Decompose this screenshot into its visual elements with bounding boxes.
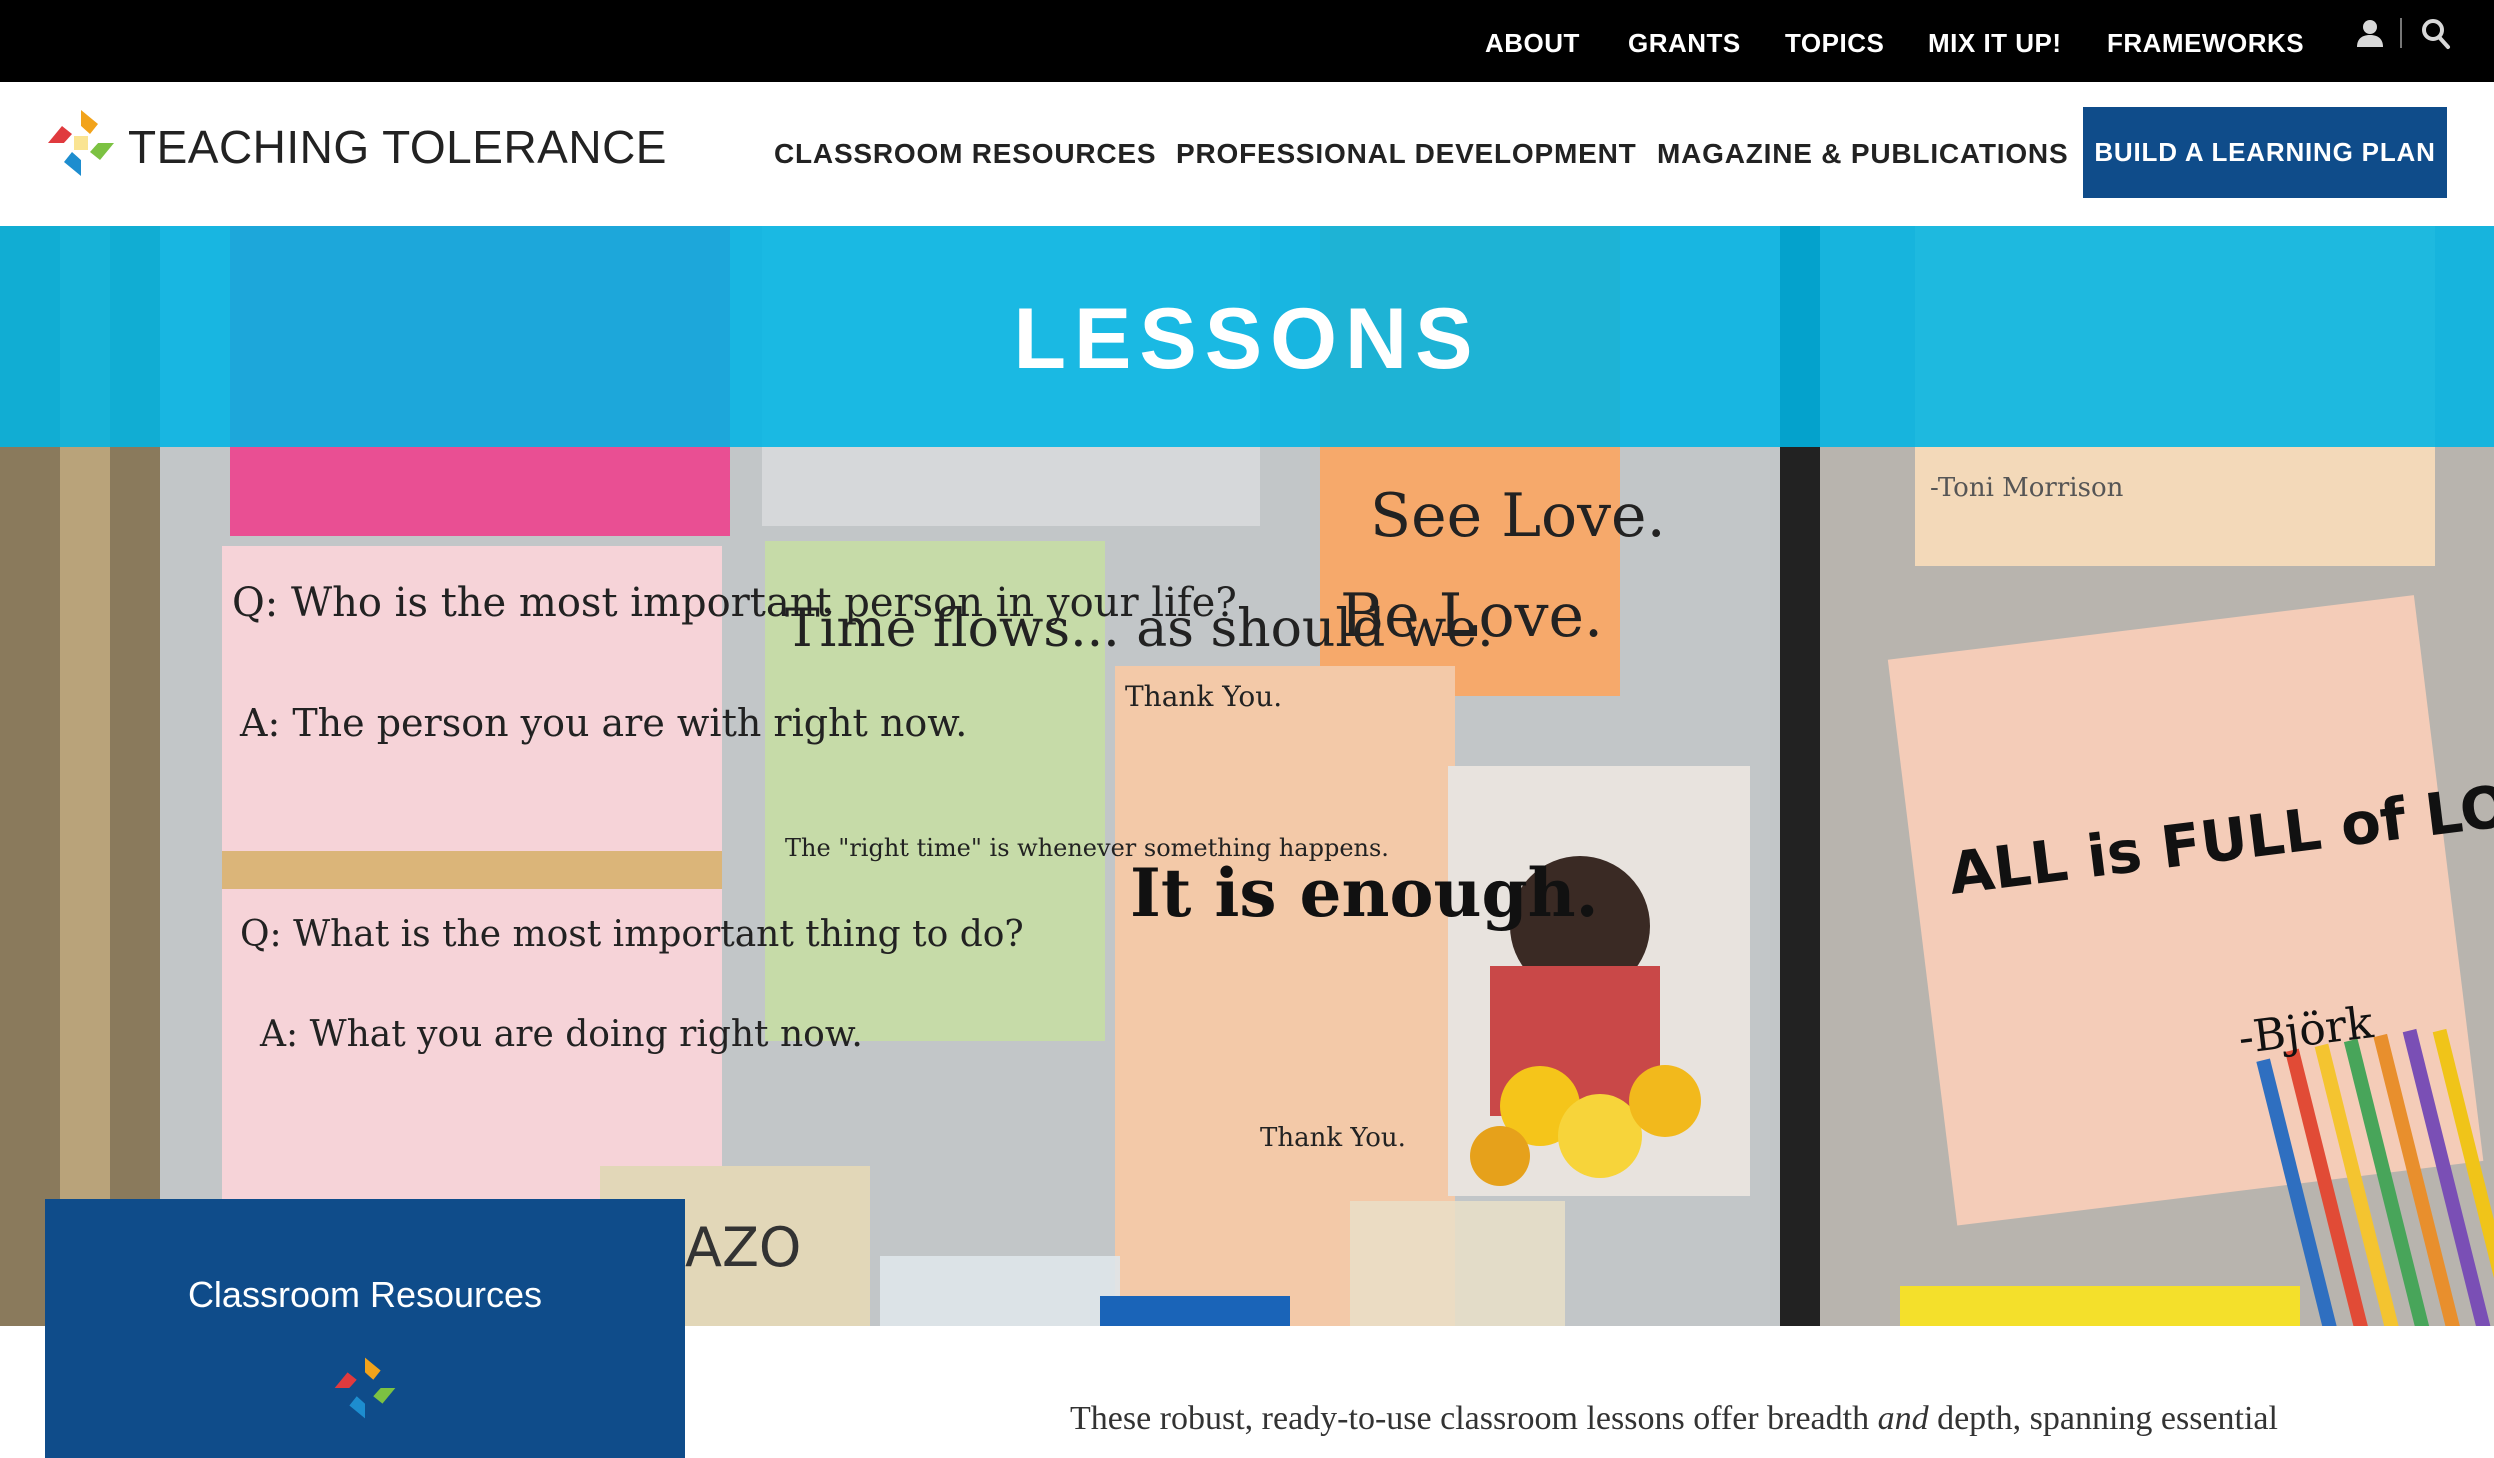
build-learning-plan-button[interactable]: BUILD A LEARNING PLAN [2083,107,2447,198]
note-answer-2: A: What you are doing right now. [259,1014,863,1055]
nav-magazine-publications[interactable]: MAGAZINE & PUBLICATIONS [1657,138,2068,170]
intro-text: These robust, ready-to-use classroom les… [1070,1400,2278,1438]
note-morrison: -Toni Morrison [1930,473,2124,503]
logo-text[interactable]: TEACHING TOLERANCE [128,120,667,174]
top-utility-bar: ABOUT GRANTS TOPICS MIX IT UP! FRAMEWORK… [0,0,2494,82]
page-title: LESSONS [1013,291,1481,387]
user-icon[interactable] [2352,16,2388,52]
top-nav-divider [2400,18,2402,48]
top-nav-frameworks[interactable]: FRAMEWORKS [2107,28,2304,59]
nav-classroom-resources[interactable]: CLASSROOM RESOURCES [774,138,1156,170]
top-nav-mix-it-up[interactable]: MIX IT UP! [1928,28,2062,59]
nav-professional-development[interactable]: PROFESSIONAL DEVELOPMENT [1176,138,1637,170]
intro-text-part-2: depth, spanning essential [1928,1400,2278,1437]
note-see-love: See Love. [1370,481,1666,551]
top-nav-grants[interactable]: GRANTS [1628,28,1741,59]
note-thank-you-bottom: Thank You. [1260,1123,1406,1153]
note-thank-you-top: Thank You. [1125,680,1282,713]
note-question-2: Q: What is the most important thing to d… [240,914,1024,955]
search-icon[interactable] [2418,16,2454,52]
intro-text-part-1: These robust, ready-to-use classroom les… [1070,1400,1878,1437]
classroom-resources-card-title: Classroom Resources [187,1274,543,1315]
top-nav-topics[interactable]: TOPICS [1785,28,1884,59]
logo-icon[interactable] [44,106,118,180]
note-it-is-enough: It is enough. [1130,854,1599,932]
classroom-resources-card[interactable]: Classroom Resources [45,1199,685,1458]
note-azo: AZO [685,1216,801,1279]
note-be-love: Be Love. [1340,581,1603,651]
note-answer-1: A: The person you are with right now. [239,701,967,745]
intro-text-emphasis: and [1877,1400,1929,1437]
hands-logo-icon [331,1354,399,1422]
site-header: TEACHING TOLERANCE CLASSROOM RESOURCES P… [0,82,2494,226]
top-nav-about[interactable]: ABOUT [1485,28,1580,59]
